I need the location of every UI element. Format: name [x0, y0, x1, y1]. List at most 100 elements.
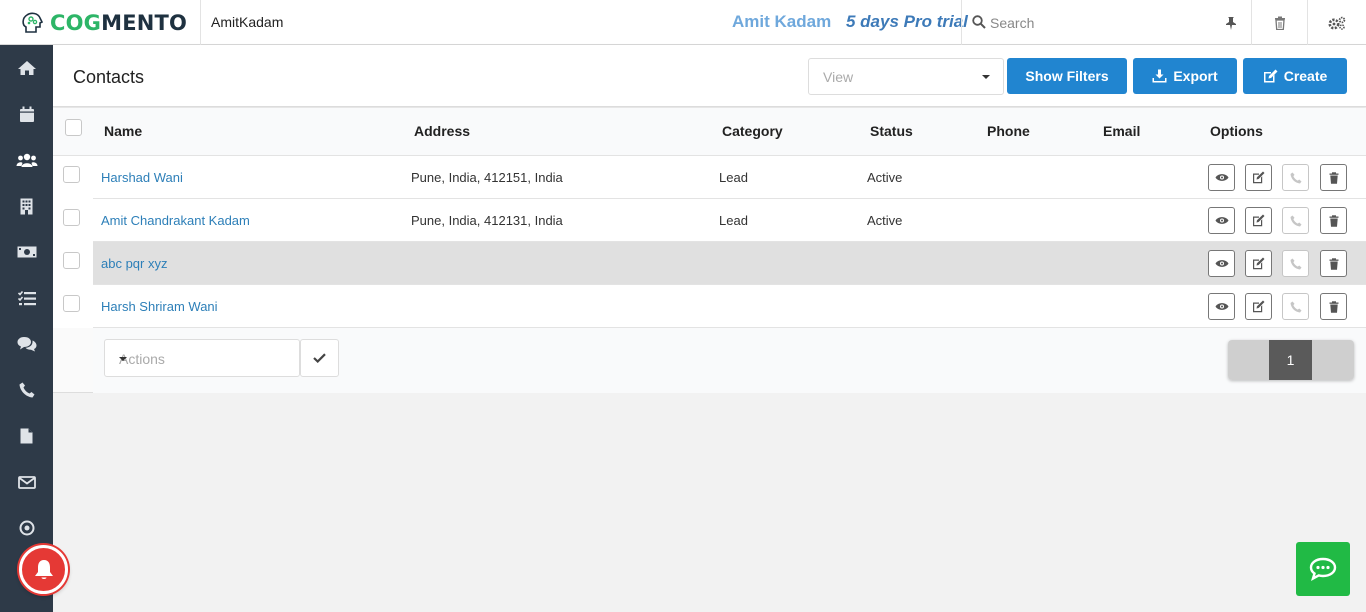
phone-icon [1290, 172, 1301, 183]
current-page[interactable]: 1 [1269, 340, 1312, 380]
delete-button[interactable] [1320, 207, 1347, 234]
contact-address: Pune, India, 412131, India [411, 213, 563, 228]
document-icon [20, 428, 33, 444]
export-button[interactable]: Export [1133, 58, 1237, 94]
view-button[interactable] [1208, 250, 1235, 277]
column-header-address[interactable]: Address [414, 123, 470, 139]
column-header-category[interactable]: Category [722, 123, 783, 139]
edit-icon [1263, 69, 1278, 83]
phone-icon [1290, 215, 1301, 226]
row-checkbox[interactable] [63, 252, 80, 269]
edit-button[interactable] [1245, 250, 1272, 277]
call-button[interactable] [1282, 207, 1309, 234]
sidebar-item-documents[interactable] [0, 413, 53, 459]
contact-status: Active [867, 170, 903, 185]
sidebar-item-calendar[interactable] [0, 91, 53, 137]
trash-icon [1274, 16, 1285, 30]
search-input[interactable] [990, 12, 1190, 34]
sidebar-item-deals[interactable] [0, 229, 53, 275]
sidebar [0, 45, 53, 612]
settings-button[interactable] [1307, 0, 1366, 45]
view-button[interactable] [1208, 164, 1235, 191]
column-header-options: Options [1210, 123, 1263, 139]
eye-icon [1215, 303, 1228, 310]
pin-button[interactable] [1211, 0, 1251, 45]
trash-button[interactable] [1251, 0, 1307, 45]
trial-user-name: Amit Kadam [732, 12, 832, 31]
phone-icon [19, 382, 34, 398]
row-checkbox[interactable] [63, 295, 80, 312]
account-name[interactable]: AmitKadam [211, 14, 283, 30]
row-checkbox[interactable] [63, 166, 80, 183]
search-box [961, 0, 1211, 45]
row-checkbox[interactable] [63, 209, 80, 226]
column-header-email[interactable]: Email [1103, 123, 1140, 139]
column-header-name[interactable]: Name [104, 123, 142, 139]
sidebar-item-calls[interactable] [0, 367, 53, 413]
search-icon [972, 15, 986, 29]
view-button[interactable] [1208, 293, 1235, 320]
prev-page-button[interactable] [1228, 340, 1269, 380]
brand-name: COGMENTO [50, 10, 188, 35]
sidebar-item-email[interactable] [0, 459, 53, 505]
tasks-icon [17, 290, 36, 305]
comments-icon [17, 337, 36, 352]
create-button[interactable]: Create [1243, 58, 1347, 94]
trash-icon [1329, 257, 1338, 270]
delete-button[interactable] [1320, 293, 1347, 320]
next-page-button[interactable] [1312, 340, 1354, 380]
edit-button[interactable] [1245, 207, 1272, 234]
edit-icon [1253, 300, 1265, 313]
sidebar-item-cases[interactable] [0, 321, 53, 367]
call-button[interactable] [1282, 293, 1309, 320]
chat-widget-button[interactable] [1296, 542, 1350, 596]
gears-icon [1328, 16, 1346, 30]
delete-button[interactable] [1320, 250, 1347, 277]
sidebar-item-contacts[interactable] [0, 137, 53, 183]
actions-dropdown[interactable]: Actions [104, 339, 300, 377]
building-icon [20, 198, 33, 214]
sidebar-item-tasks[interactable] [0, 275, 53, 321]
caret-down-icon [119, 357, 127, 361]
edit-button[interactable] [1245, 164, 1272, 191]
show-filters-label: Show Filters [1025, 68, 1109, 84]
trial-badge[interactable]: 5 days Pro trial [846, 12, 968, 32]
show-filters-button[interactable]: Show Filters [1007, 58, 1127, 94]
call-button[interactable] [1282, 250, 1309, 277]
table-row: Harshad Wani Pune, India, 412151, India … [53, 156, 1366, 199]
delete-button[interactable] [1320, 164, 1347, 191]
table-header: Name Address Category Status Phone Email… [53, 108, 1366, 156]
view-dropdown[interactable]: View [808, 58, 1004, 95]
caret-down-icon [982, 75, 990, 79]
contact-category: Lead [719, 213, 748, 228]
logo[interactable]: COGMENTO [0, 0, 201, 45]
contact-name-link[interactable]: Harshad Wani [101, 170, 183, 185]
contact-name-link[interactable]: abc pqr xyz [101, 256, 167, 271]
view-button[interactable] [1208, 207, 1235, 234]
trash-icon [1329, 214, 1338, 227]
table-footer: Actions 1 [93, 328, 1366, 393]
eye-icon [1215, 174, 1228, 181]
call-button[interactable] [1282, 164, 1309, 191]
edit-button[interactable] [1245, 293, 1272, 320]
sidebar-item-home[interactable] [0, 45, 53, 91]
page-title: Contacts [73, 67, 145, 87]
contact-name-link[interactable]: Harsh Shriram Wani [101, 299, 218, 314]
edit-icon [1253, 171, 1265, 184]
sidebar-item-companies[interactable] [0, 183, 53, 229]
target-icon [19, 520, 34, 536]
select-all-checkbox[interactable] [65, 119, 82, 136]
eye-icon [1215, 217, 1228, 224]
money-icon [17, 246, 36, 258]
table-row: Amit Chandrakant Kadam Pune, India, 4121… [53, 199, 1366, 242]
trash-icon [1329, 171, 1338, 184]
contact-status: Active [867, 213, 903, 228]
column-header-status[interactable]: Status [870, 123, 913, 139]
contact-name-link[interactable]: Amit Chandrakant Kadam [101, 213, 250, 228]
contacts-table: Name Address Category Status Phone Email… [53, 108, 1366, 393]
apply-action-button[interactable] [300, 339, 339, 377]
column-header-phone[interactable]: Phone [987, 123, 1030, 139]
pagination: 1 [1228, 340, 1354, 380]
notification-bell-button[interactable] [19, 545, 68, 594]
top-bar: COGMENTO AmitKadam Amit Kadam 5 days Pro… [0, 0, 1366, 45]
